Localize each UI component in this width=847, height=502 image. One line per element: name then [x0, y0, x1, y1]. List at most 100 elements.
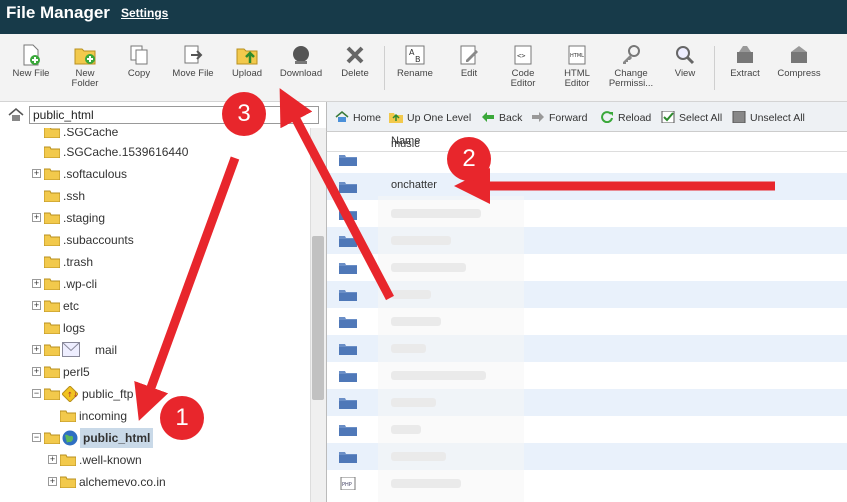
tree-item-label: .wp-cli	[63, 277, 98, 291]
tree-item-label: .staging	[63, 211, 106, 225]
app-title: File Manager	[6, 3, 110, 22]
expand-toggle[interactable]: +	[32, 367, 41, 376]
settings-link[interactable]: Settings	[121, 6, 168, 20]
annotation-badge-2: 2	[447, 137, 491, 181]
open-folder-icon	[44, 432, 60, 444]
file-nav-bar: Home Up One Level Back Forward Reload Se…	[326, 102, 847, 132]
folder-icon	[44, 212, 60, 224]
checkbox-empty-icon	[732, 111, 746, 123]
new-folder-button[interactable]: New Folder	[56, 40, 114, 98]
toolbar-separator	[714, 46, 715, 90]
app-header: File Manager Settings	[0, 0, 847, 34]
expand-toggle[interactable]: +	[48, 455, 57, 464]
tree-item-label: .subaccounts	[63, 233, 134, 247]
code-editor-icon: <>	[514, 45, 532, 65]
folder-tree: .SGCache .SGCache.1539616440 + .softacul…	[0, 128, 326, 502]
toolbar-label: HTML Editor	[564, 68, 590, 89]
folder-icon	[60, 476, 76, 488]
collapse-toggle[interactable]: −	[32, 433, 41, 442]
folder-icon	[44, 146, 60, 158]
folder-icon	[339, 317, 357, 328]
expand-toggle[interactable]: +	[32, 345, 41, 354]
mail-icon	[62, 342, 80, 357]
warning-icon: ↑↓	[62, 386, 78, 402]
toolbar-label: Extract	[730, 68, 760, 79]
folder-icon	[339, 344, 357, 355]
delete-icon	[346, 46, 364, 64]
folder-icon	[339, 452, 357, 463]
rename-button[interactable]: AB Rename	[386, 40, 444, 98]
folder-icon	[44, 322, 60, 334]
tree-item-label: public_ftp	[82, 387, 134, 401]
folder-icon	[339, 290, 357, 301]
copy-button[interactable]: Copy	[110, 40, 168, 98]
up-one-level-button[interactable]: Up One Level	[389, 111, 471, 124]
up-level-icon	[389, 113, 403, 123]
folder-icon	[60, 454, 76, 466]
back-arrow-icon	[482, 112, 494, 122]
toolbar-label: Code Editor	[510, 68, 536, 89]
tree-item-label: perl5	[63, 365, 90, 379]
tree-item-label: incoming	[79, 409, 128, 423]
select-all-button[interactable]: Select All	[661, 111, 722, 124]
delete-button[interactable]: Delete	[326, 40, 384, 98]
expand-toggle[interactable]: +	[48, 477, 57, 486]
new-file-button[interactable]: New File	[2, 40, 60, 98]
tree-item-label: .SGCache.1539616440	[63, 145, 189, 159]
svg-text:<>: <>	[517, 52, 525, 60]
folder-icon	[339, 371, 357, 382]
expand-toggle[interactable]: +	[32, 279, 41, 288]
tree-item-label: .ssh	[63, 189, 86, 203]
expand-toggle[interactable]: +	[32, 213, 41, 222]
reload-button[interactable]: Reload	[600, 111, 651, 124]
home-icon	[335, 111, 349, 122]
toolbar-label: New Folder	[71, 68, 99, 89]
extract-icon	[737, 46, 753, 63]
toolbar-label: Download	[279, 68, 323, 79]
back-label: Back	[499, 112, 523, 124]
unselect-all-label: Unselect All	[750, 112, 805, 124]
folder-icon	[44, 256, 60, 268]
folder-icon	[339, 155, 357, 166]
tree-item-label: .SGCache	[63, 128, 119, 139]
toolbar-label: Copy	[127, 68, 151, 79]
collapse-toggle[interactable]: −	[32, 389, 41, 398]
file-row-music[interactable]: music	[327, 138, 847, 173]
extract-button[interactable]: Extract	[716, 40, 774, 98]
folder-icon	[339, 182, 357, 193]
tree-item-label: etc	[63, 299, 80, 313]
tree-item-label: .trash	[63, 255, 94, 269]
toolbar-label: Delete	[341, 68, 369, 79]
tree-scrollbar-thumb[interactable]	[312, 236, 324, 400]
folder-icon	[44, 128, 60, 138]
move-file-button[interactable]: Move File	[164, 40, 222, 98]
folder-icon	[339, 398, 357, 409]
view-button[interactable]: View	[656, 40, 714, 98]
path-input[interactable]	[29, 106, 319, 124]
svg-text:↑↓: ↑↓	[67, 391, 78, 399]
home-button[interactable]: Home	[335, 111, 381, 124]
edit-button[interactable]: Edit	[440, 40, 498, 98]
code-editor-button[interactable]: <> Code Editor	[494, 40, 552, 98]
reload-icon	[601, 111, 613, 123]
upload-button[interactable]: Upload	[218, 40, 276, 98]
change-permissions-button[interactable]: Change Permissi...	[602, 40, 660, 98]
copy-icon	[130, 45, 148, 65]
forward-button[interactable]: Forward	[531, 111, 588, 124]
expand-toggle[interactable]: +	[32, 169, 41, 178]
html-editor-button[interactable]: HTML HTML Editor	[548, 40, 606, 98]
compress-button[interactable]: Compress	[770, 40, 828, 98]
tree-item-label: alchemevo.co.in	[79, 475, 166, 489]
rename-icon: AB	[405, 45, 425, 65]
download-button[interactable]: Download	[272, 40, 330, 98]
toolbar-label: Move File	[172, 68, 214, 79]
move-file-icon	[184, 45, 203, 64]
back-button[interactable]: Back	[481, 111, 522, 124]
expand-toggle[interactable]: +	[32, 301, 41, 310]
unselect-all-button[interactable]: Unselect All	[732, 111, 805, 124]
folder-icon	[44, 168, 60, 180]
folder-icon	[44, 300, 60, 312]
php-file-icon: PHP	[340, 477, 356, 490]
folder-icon	[44, 234, 60, 246]
path-bar	[0, 102, 326, 128]
